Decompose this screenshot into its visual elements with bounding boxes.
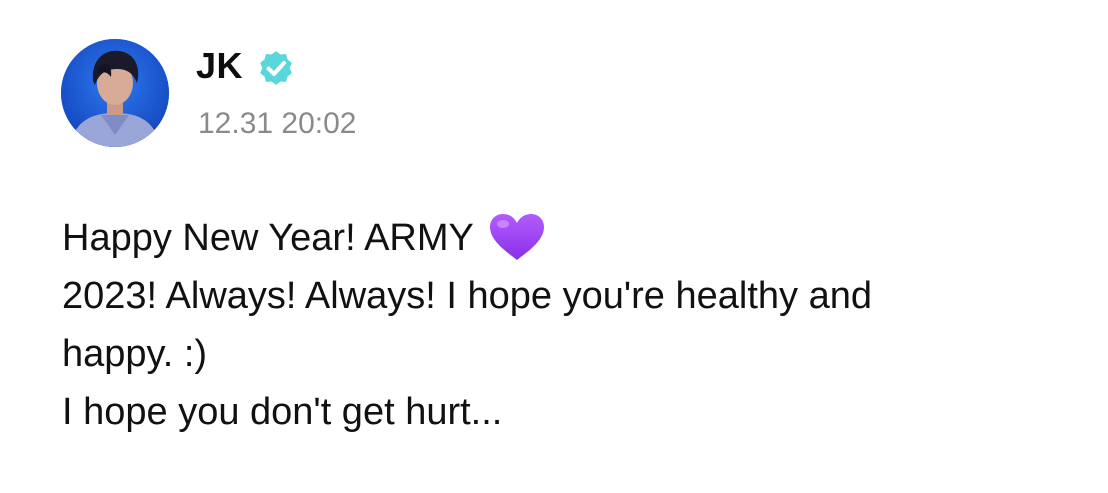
post-card: JK 12.31 20:02 Happy New Year! ARMY 2023… <box>0 0 1108 493</box>
post-line-1-text: Happy New Year! ARMY <box>62 217 474 259</box>
post-body: Happy New Year! ARMY 2023! Always! Alway… <box>62 209 1072 441</box>
post-line-1: Happy New Year! ARMY <box>62 209 1072 267</box>
verified-badge-icon <box>260 51 292 85</box>
post-line-4: I hope you don't get hurt... <box>62 391 503 433</box>
post-line-3: happy. :) <box>62 333 208 375</box>
post-line-2: 2023! Always! Always! I hope you're heal… <box>62 275 872 317</box>
avatar-photo <box>61 39 169 147</box>
avatar[interactable] <box>61 39 169 147</box>
author-name[interactable]: JK <box>196 44 243 88</box>
purple-heart-emoji-icon <box>489 214 544 260</box>
post-timestamp: 12.31 20:02 <box>198 107 357 140</box>
